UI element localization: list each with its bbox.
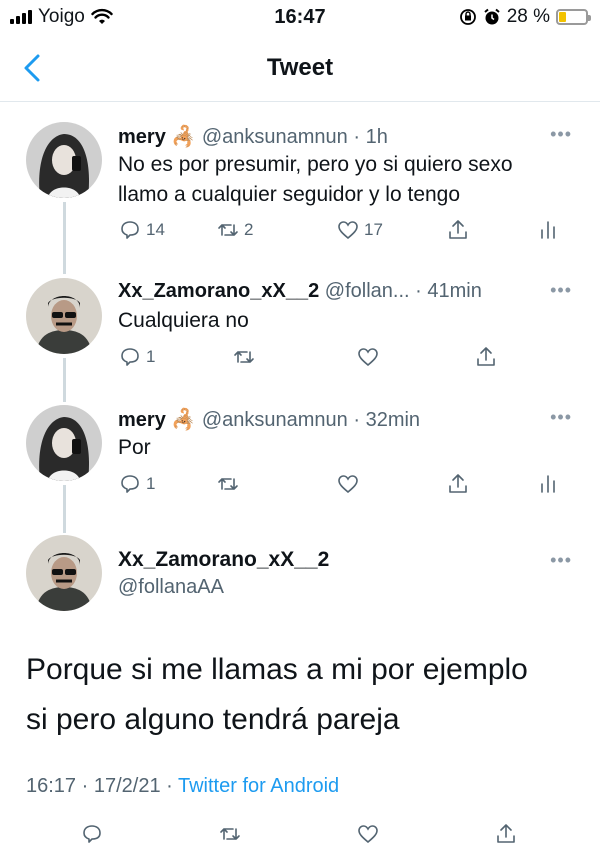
tweet-actions: 1 (118, 472, 578, 502)
avatar[interactable] (26, 122, 102, 198)
reply-icon (83, 825, 101, 843)
like-count: 17 (364, 220, 383, 239)
thread-line (63, 485, 66, 533)
author-handle[interactable]: @follan... (325, 280, 410, 302)
heart-icon (358, 348, 378, 367)
analytics-icon (541, 475, 555, 493)
author-handle[interactable]: @anksunamnun (202, 126, 348, 148)
avatar[interactable] (26, 405, 102, 481)
tweet-text: Porque si me llamas a mi por ejemplo si … (26, 653, 528, 736)
tweet-actions: 14 2 17 (118, 218, 578, 248)
retweet-button[interactable]: 2 (216, 218, 253, 242)
reply-button[interactable]: 1 (118, 472, 155, 496)
analytics-button[interactable] (536, 218, 560, 242)
reply-icon (121, 221, 139, 239)
heart-icon (358, 825, 378, 844)
tweet-time: 32min (365, 409, 421, 431)
tweet-text: No es por presumir, pero yo si quiero se… (118, 153, 513, 206)
like-button[interactable] (356, 822, 380, 846)
share-button[interactable] (474, 345, 498, 369)
share-icon (449, 474, 467, 493)
thread-line (63, 358, 66, 402)
share-button[interactable] (446, 472, 470, 496)
like-button[interactable] (356, 345, 380, 369)
retweet-icon (218, 224, 238, 236)
retweet-icon (234, 351, 254, 363)
battery-fill (559, 12, 567, 22)
author-name[interactable]: mery (118, 126, 166, 148)
author-handle[interactable]: @follanaAA (118, 576, 224, 599)
tweet-actions: 1 (118, 345, 578, 375)
author-name[interactable]: mery (118, 409, 166, 431)
status-right: 28 % (459, 6, 591, 28)
avatar[interactable] (26, 278, 102, 354)
heart-icon (338, 475, 358, 494)
retweet-button[interactable] (216, 472, 240, 496)
retweet-icon (220, 828, 240, 840)
retweet-button[interactable] (218, 822, 242, 846)
author-name[interactable]: Xx_Zamorano_xX__2 (118, 280, 319, 302)
retweet-count: 2 (244, 220, 254, 239)
tweet-time: 16:17 (26, 775, 77, 797)
analytics-icon (541, 221, 555, 239)
more-options-icon[interactable]: ••• (550, 407, 572, 428)
tweet-date: 17/2/21 (93, 775, 161, 797)
author-handle[interactable]: @anksunamnun (202, 409, 348, 431)
retweet-icon (218, 478, 238, 490)
analytics-button[interactable] (536, 472, 560, 496)
tweet-time: 41min (427, 280, 482, 302)
heart-icon (338, 221, 358, 240)
share-button[interactable] (494, 822, 518, 846)
status-bar: Yoigo 16:47 28 % (0, 0, 600, 34)
tweet-text: Por (118, 436, 151, 459)
alarm-icon (484, 8, 500, 25)
battery-icon (556, 9, 591, 25)
reply-icon (121, 348, 139, 366)
reply-count: 1 (146, 347, 156, 366)
share-icon (449, 220, 467, 239)
battery-percent: 28 % (506, 6, 550, 27)
like-button[interactable] (336, 472, 360, 496)
more-options-icon[interactable]: ••• (550, 280, 572, 301)
page-title: Tweet (266, 54, 334, 81)
reply-icon (121, 475, 139, 493)
thread-line (63, 202, 66, 274)
reply-count: 1 (146, 474, 156, 493)
tweet-source-link[interactable]: Twitter for Android (178, 775, 339, 797)
author-name[interactable]: Xx_Zamorano_xX__2 (118, 548, 329, 572)
more-options-icon[interactable]: ••• (550, 124, 572, 145)
share-icon (497, 824, 515, 843)
nav-bar: Tweet (0, 34, 600, 102)
more-options-icon[interactable]: ••• (550, 550, 572, 571)
scorpion-emoji-icon: 🦂 (171, 126, 197, 148)
retweet-button[interactable] (232, 345, 256, 369)
avatar[interactable] (26, 535, 102, 611)
reply-count: 14 (146, 220, 165, 239)
tweet-text: Cualquiera no (118, 309, 249, 332)
rotation-lock-icon (459, 9, 476, 25)
like-button[interactable]: 17 (336, 218, 383, 242)
tweet-time: 1h (365, 126, 388, 148)
tweet-actions (0, 822, 600, 850)
share-button[interactable] (446, 218, 470, 242)
reply-button[interactable] (80, 822, 104, 846)
reply-button[interactable]: 1 (118, 345, 155, 369)
reply-button[interactable]: 14 (118, 218, 165, 242)
tweet-timestamp: 16:17 · 17/2/21 · Twitter for Android (26, 775, 340, 797)
share-icon (477, 347, 495, 366)
scorpion-emoji-icon: 🦂 (171, 409, 197, 431)
